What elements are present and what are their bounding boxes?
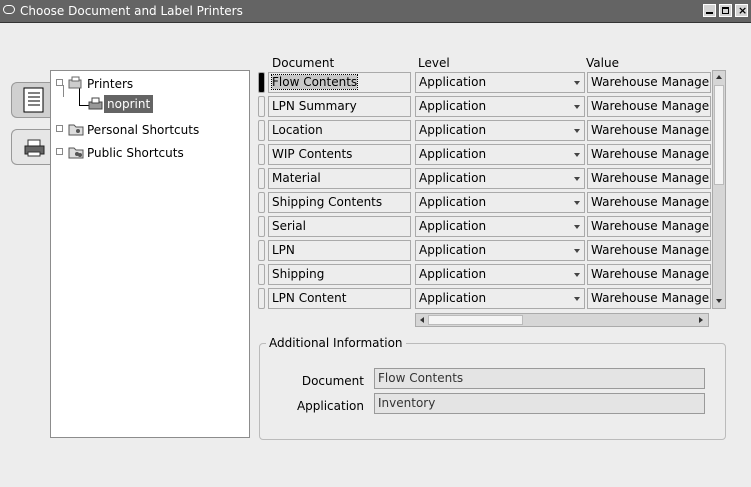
dropdown-arrow-icon[interactable] bbox=[574, 273, 580, 277]
tree-item-noprint[interactable]: noprint bbox=[104, 95, 154, 113]
scroll-down-icon[interactable] bbox=[716, 299, 722, 303]
folder-icon bbox=[68, 147, 84, 159]
window-title: Choose Document and Label Printers bbox=[20, 4, 243, 18]
printer-icon bbox=[88, 97, 103, 110]
tree-item-label: noprint bbox=[107, 97, 151, 111]
dropdown-arrow-icon[interactable] bbox=[574, 153, 580, 157]
level-select[interactable]: Application bbox=[415, 168, 585, 189]
printer-folder-icon bbox=[68, 76, 82, 89]
tree-item-printers[interactable]: Printers bbox=[87, 77, 133, 91]
document-field[interactable]: Shipping Contents bbox=[268, 192, 411, 213]
value-field[interactable]: Warehouse Manager bbox=[587, 240, 711, 261]
application-info-field[interactable]: Inventory bbox=[374, 393, 705, 414]
value-field[interactable]: Warehouse Manager bbox=[587, 192, 711, 213]
value-field[interactable]: Warehouse Manager bbox=[587, 120, 711, 141]
row-selector[interactable] bbox=[258, 120, 265, 141]
tab-navigator[interactable] bbox=[11, 82, 51, 118]
tree-item-label: Personal Shortcuts bbox=[87, 123, 200, 137]
navigator-tree: Printers noprint Personal Shortcuts Publ… bbox=[50, 70, 250, 438]
tree-item-label: Printers bbox=[87, 77, 134, 91]
document-field[interactable]: Serial bbox=[268, 216, 411, 237]
document-field[interactable]: Shipping bbox=[268, 264, 411, 285]
row-selector[interactable] bbox=[258, 216, 265, 237]
document-field[interactable]: LPN Content bbox=[268, 288, 411, 309]
dropdown-arrow-icon[interactable] bbox=[574, 225, 580, 229]
dropdown-arrow-icon[interactable] bbox=[574, 81, 580, 85]
level-select[interactable]: Application bbox=[415, 96, 585, 117]
column-header-document: Document bbox=[272, 56, 335, 70]
level-select[interactable]: Application bbox=[415, 288, 585, 309]
scroll-thumb[interactable] bbox=[714, 85, 724, 185]
level-select[interactable]: Application bbox=[415, 240, 585, 261]
level-select[interactable]: Application bbox=[415, 192, 585, 213]
row-selector[interactable] bbox=[258, 288, 265, 309]
level-select[interactable]: Application bbox=[415, 144, 585, 165]
level-select[interactable]: Application bbox=[415, 72, 585, 93]
dropdown-arrow-icon[interactable] bbox=[574, 249, 580, 253]
value-field[interactable]: Warehouse Manager bbox=[587, 144, 711, 165]
value-field[interactable]: Warehouse Manager bbox=[587, 264, 711, 285]
tree-item-public-shortcuts[interactable]: Public Shortcuts bbox=[87, 146, 184, 160]
value-field[interactable]: Warehouse Manager bbox=[587, 72, 711, 93]
list-icon bbox=[23, 87, 44, 113]
scroll-thumb[interactable] bbox=[428, 315, 523, 325]
folder-icon bbox=[68, 124, 84, 136]
document-field[interactable]: LPN Summary bbox=[268, 96, 411, 117]
level-select[interactable]: Application bbox=[415, 120, 585, 141]
tab-printers[interactable] bbox=[11, 129, 51, 165]
document-field[interactable]: Material bbox=[268, 168, 411, 189]
maximize-button[interactable] bbox=[719, 4, 732, 17]
expand-icon[interactable] bbox=[56, 148, 63, 155]
window-menu-icon[interactable] bbox=[3, 5, 15, 14]
application-label: Application bbox=[296, 399, 364, 413]
scroll-left-icon[interactable] bbox=[420, 317, 424, 323]
document-field[interactable]: LPN bbox=[268, 240, 411, 261]
dropdown-arrow-icon[interactable] bbox=[574, 177, 580, 181]
row-selector[interactable] bbox=[258, 96, 265, 117]
document-label: Document bbox=[301, 374, 364, 388]
value-field[interactable]: Warehouse Manager bbox=[587, 168, 711, 189]
column-header-value: Value bbox=[586, 56, 619, 70]
title-bar: Choose Document and Label Printers × bbox=[0, 0, 751, 23]
row-selector[interactable] bbox=[258, 168, 265, 189]
row-selector[interactable] bbox=[258, 192, 265, 213]
dropdown-arrow-icon[interactable] bbox=[574, 201, 580, 205]
value-field[interactable]: Warehouse Manager bbox=[587, 96, 711, 117]
minimize-button[interactable] bbox=[703, 4, 716, 17]
level-select[interactable]: Application bbox=[415, 264, 585, 285]
row-selector[interactable] bbox=[258, 240, 265, 261]
tree-item-label: Public Shortcuts bbox=[87, 146, 184, 160]
tree-item-personal-shortcuts[interactable]: Personal Shortcuts bbox=[87, 123, 199, 137]
document-field[interactable]: WIP Contents bbox=[268, 144, 411, 165]
close-button[interactable]: × bbox=[735, 4, 748, 17]
row-selector[interactable] bbox=[258, 264, 265, 285]
expand-icon[interactable] bbox=[56, 125, 63, 132]
level-select[interactable]: Application bbox=[415, 216, 585, 237]
column-header-level: Level bbox=[418, 56, 450, 70]
scroll-right-icon[interactable] bbox=[699, 317, 703, 323]
document-field[interactable]: Location bbox=[268, 120, 411, 141]
scroll-up-icon[interactable] bbox=[716, 75, 722, 79]
horizontal-scrollbar[interactable] bbox=[415, 313, 709, 327]
additional-information-group bbox=[259, 343, 726, 440]
value-field[interactable]: Warehouse Manager bbox=[587, 216, 711, 237]
dropdown-arrow-icon[interactable] bbox=[574, 297, 580, 301]
row-selector[interactable] bbox=[258, 144, 265, 165]
row-selector[interactable] bbox=[258, 72, 265, 93]
value-field[interactable]: Warehouse Manager bbox=[587, 288, 711, 309]
vertical-scrollbar[interactable] bbox=[712, 70, 726, 309]
collapse-icon[interactable] bbox=[56, 79, 63, 86]
document-info-field[interactable]: Flow Contents bbox=[374, 368, 705, 389]
document-field[interactable]: Flow Contents bbox=[268, 72, 411, 93]
printer-icon bbox=[24, 139, 45, 157]
dropdown-arrow-icon[interactable] bbox=[574, 129, 580, 133]
group-title: Additional Information bbox=[266, 336, 406, 350]
dropdown-arrow-icon[interactable] bbox=[574, 105, 580, 109]
